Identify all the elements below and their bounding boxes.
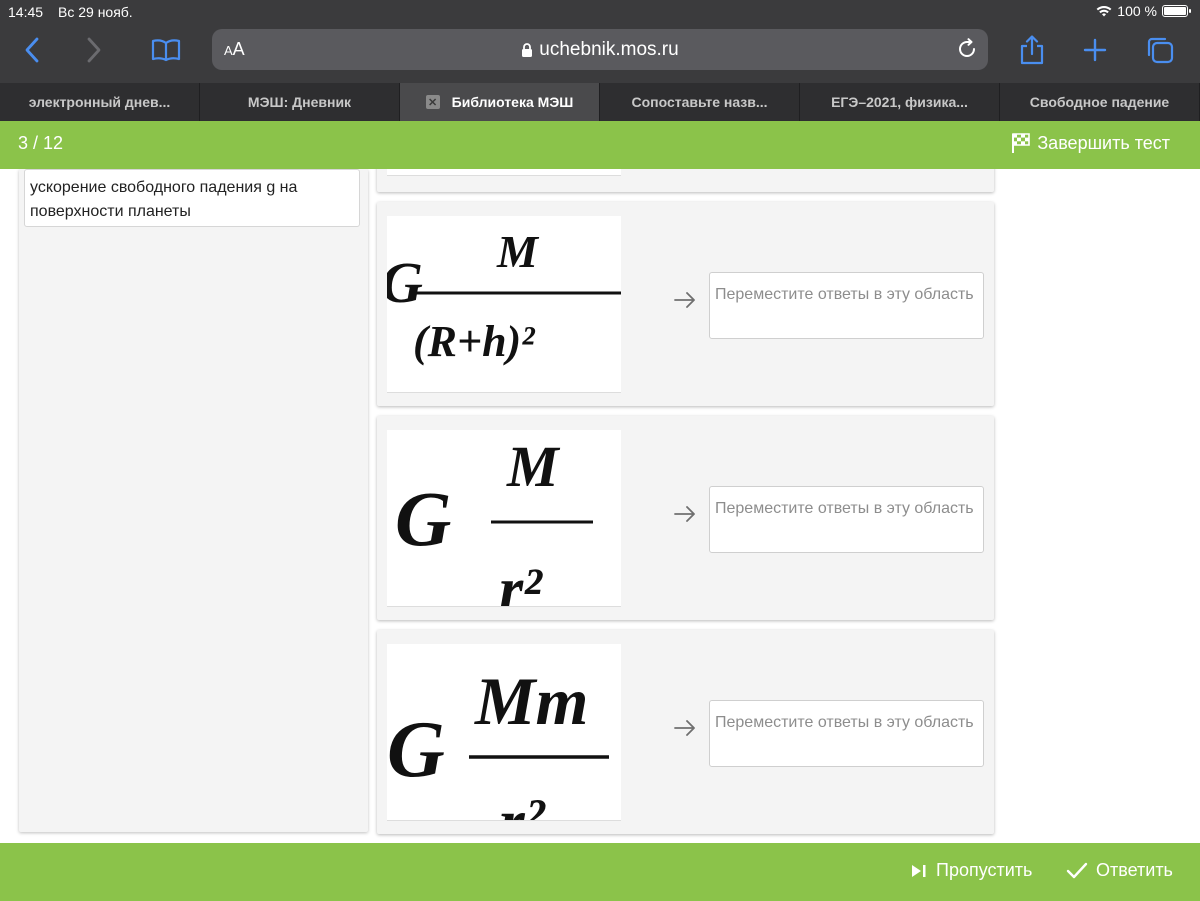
formula-numerator: M: [506, 434, 561, 499]
tab-bar: электронный днев... МЭШ: Дневник ✕ Библио…: [0, 83, 1200, 121]
tab-label: МЭШ: Дневник: [247, 94, 352, 110]
tab-label: электронный днев...: [28, 94, 171, 110]
formula-denominator: r²: [499, 786, 546, 820]
submit-answer-label: Ответить: [1096, 860, 1173, 880]
formula-image: [387, 169, 621, 176]
formula-image: G Mm r²: [387, 644, 621, 821]
question-progress: 3 / 12: [18, 133, 64, 153]
skip-label: Пропустить: [936, 860, 1033, 880]
formula-numerator: M: [496, 226, 540, 277]
battery-icon: [1162, 5, 1191, 17]
share-button[interactable]: [1014, 32, 1050, 68]
tab-label: Сопоставьте назв...: [631, 94, 768, 110]
checkered-flag-icon: [1012, 133, 1031, 153]
checkmark-icon: [1066, 862, 1088, 878]
status-time: 14:45: [8, 4, 44, 20]
test-header: 3 / 12 Завершить тест: [0, 121, 1200, 169]
formula-graphic: G M r²: [395, 434, 593, 606]
formula-denominator: r²: [499, 556, 543, 606]
lock-icon: [522, 43, 533, 57]
chevron-right-icon: [87, 37, 101, 63]
tab-match-names[interactable]: Сопоставьте назв...: [600, 83, 800, 121]
finish-test-button[interactable]: Завершить тест: [1011, 132, 1170, 154]
tab-mesh-library[interactable]: ✕ Библиотека МЭШ: [400, 83, 600, 121]
tab-e-diary[interactable]: электронный днев...: [0, 83, 200, 121]
bookmarks-button[interactable]: [148, 32, 184, 68]
url-text: uchebnik.mos.ru: [539, 39, 679, 60]
answer-dropzone[interactable]: Переместите ответы в эту область: [709, 486, 984, 553]
tab-ege-physics[interactable]: ЕГЭ–2021, физика...: [800, 83, 1000, 121]
formula-graphic: G M (R+h)²: [387, 226, 621, 366]
plus-icon: [1083, 38, 1107, 62]
tabs-overview-button[interactable]: [1142, 32, 1178, 68]
status-right: 100 %: [1096, 3, 1191, 19]
reload-button[interactable]: [956, 38, 978, 65]
wifi-icon: [1096, 6, 1112, 17]
draggable-answer[interactable]: ускорение свободного падения g на поверх…: [24, 169, 360, 227]
chevron-left-icon: [25, 37, 39, 63]
new-tab-button[interactable]: [1077, 32, 1113, 68]
answer-dropzone[interactable]: Переместите ответы в эту область: [709, 272, 984, 339]
browser-chrome: 14:45 Вс 29 нояб. 100 % AA uchebnik.mos.…: [0, 0, 1200, 83]
finish-test-label: Завершить тест: [1037, 132, 1170, 153]
battery-level: [1164, 7, 1186, 15]
question-card: G M (R+h)² Переместите ответы в эту обла…: [377, 202, 994, 406]
reload-icon: [959, 38, 975, 57]
formula-graphic: G Mm r²: [387, 663, 609, 820]
formula-image: G M r²: [387, 430, 621, 607]
question-card: G M r² Переместите ответы в эту область: [377, 416, 994, 620]
tab-label: Библиотека МЭШ: [451, 94, 574, 110]
tab-mesh-diary[interactable]: МЭШ: Дневник: [200, 83, 400, 121]
url-field[interactable]: uchebnik.mos.ru: [212, 39, 988, 61]
tabs-icon: [1147, 37, 1174, 64]
question-card: G Mm r² Переместите ответы в эту область: [377, 630, 994, 834]
submit-answer-button[interactable]: Ответить: [1066, 860, 1173, 881]
status-date: Вс 29 нояб.: [58, 4, 133, 20]
test-footer: Пропустить Ответить: [0, 843, 1200, 901]
answer-dropzone[interactable]: Переместите ответы в эту область: [709, 700, 984, 767]
skip-button[interactable]: Пропустить: [910, 860, 1032, 881]
tab-label: ЕГЭ–2021, физика...: [831, 94, 968, 110]
tab-label: Свободное падение: [1029, 94, 1170, 110]
close-tab-icon[interactable]: ✕: [425, 95, 440, 109]
arrow-right-icon: [674, 292, 695, 308]
status-bar: 14:45 Вс 29 нояб. 100 %: [0, 0, 1200, 24]
forward-button[interactable]: [76, 32, 112, 68]
back-button[interactable]: [14, 32, 50, 68]
battery-text: 100 %: [1117, 3, 1157, 19]
book-icon: [151, 39, 181, 62]
question-card: [377, 169, 994, 192]
arrow-right-icon: [674, 720, 695, 736]
arrow-right-icon: [674, 506, 695, 522]
skip-icon: [912, 864, 926, 877]
formula-denominator: (R+h)²: [413, 317, 535, 366]
formula-prefix: G: [395, 475, 451, 562]
formula-image: G M (R+h)²: [387, 216, 621, 393]
address-bar[interactable]: AA uchebnik.mos.ru: [212, 29, 988, 70]
formula-prefix: G: [387, 706, 445, 794]
answers-panel: ускорение свободного падения g на поверх…: [19, 169, 368, 832]
svg-text:G: G: [387, 250, 423, 315]
share-icon: [1020, 35, 1044, 65]
formula-numerator: Mm: [474, 663, 588, 739]
tab-free-fall[interactable]: Свободное падение: [1000, 83, 1200, 121]
test-content: ускорение свободного падения g на поверх…: [0, 169, 1200, 843]
